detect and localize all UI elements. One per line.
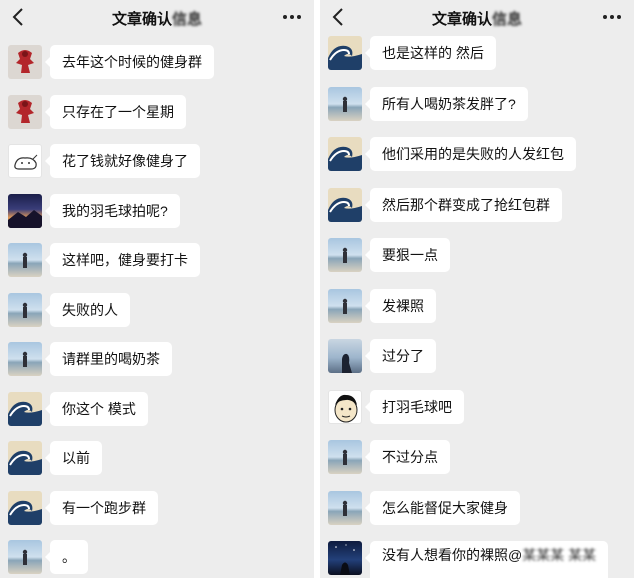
- red-figure-avatar[interactable]: [8, 94, 42, 129]
- message-bubble[interactable]: 所有人喝奶茶发胖了?: [365, 86, 528, 121]
- great-wave-avatar[interactable]: [328, 36, 362, 70]
- beach-person-avatar[interactable]: [328, 238, 362, 272]
- beach-person-avatar[interactable]: [8, 540, 42, 574]
- message-text: 打羽毛球吧: [382, 398, 452, 415]
- cartoon-face-avatar[interactable]: [328, 389, 362, 424]
- more-dots-icon: [283, 15, 287, 19]
- message-text: 怎么能督促大家健身: [382, 499, 508, 516]
- more-dots-icon: [603, 15, 607, 19]
- message-bubble[interactable]: 有一个跑步群: [45, 490, 158, 525]
- more-button[interactable]: [280, 8, 304, 26]
- chat-panel-left: 文章确认信息 去年这个时候的健身群 只存在了一个星期 花了钱就好像健身了 我的羽毛球拍…: [0, 0, 314, 578]
- chat-panel-right: 文章确认信息 也是这样的 然后所有人喝奶茶发胖了? 他们采用的是失败的人发红包 然后…: [320, 0, 634, 578]
- dog-sketch-avatar[interactable]: [8, 144, 42, 178]
- message-text: 。: [62, 549, 76, 565]
- chat-title-blurred: 信息: [492, 11, 523, 28]
- beach-person-avatar[interactable]: [328, 440, 362, 474]
- great-wave-avatar[interactable]: [328, 187, 362, 222]
- message-bubble[interactable]: 怎么能督促大家健身: [365, 490, 520, 525]
- beach-person-avatar[interactable]: [328, 86, 362, 121]
- message-bubble[interactable]: 他们采用的是失败的人发红包: [365, 137, 576, 171]
- beach-person-avatar[interactable]: [8, 342, 42, 376]
- message-bubble[interactable]: 也是这样的 然后: [365, 36, 496, 70]
- message-bubble[interactable]: 不过分点: [365, 440, 450, 474]
- message-bubble[interactable]: 这样吧，健身要打卡: [45, 243, 200, 277]
- beach-person-avatar[interactable]: [8, 243, 42, 277]
- night-sky-avatar[interactable]: [328, 541, 362, 575]
- message-bubble[interactable]: 过分了: [365, 339, 436, 373]
- message-text: 他们采用的是失败的人发红包: [382, 146, 564, 162]
- message-bubble[interactable]: 要狠一点: [365, 238, 450, 272]
- message-bubble[interactable]: 请群里的喝奶茶: [45, 342, 172, 376]
- great-wave-avatar[interactable]: [8, 441, 42, 475]
- dusk-landscape-avatar[interactable]: [8, 193, 42, 228]
- message-bubble[interactable]: 发裸照: [365, 288, 436, 323]
- message-bubble[interactable]: 没有人想看你的裸照@某某某 某某: [364, 541, 609, 578]
- beach-person-avatar[interactable]: [328, 490, 362, 525]
- message-text: 所有人喝奶茶发胖了?: [382, 95, 516, 112]
- message-bubble[interactable]: 我的羽毛球拍呢?: [45, 193, 180, 228]
- message-bubble[interactable]: 打羽毛球吧: [365, 389, 464, 424]
- message-bubble[interactable]: 。: [45, 540, 88, 574]
- more-dot: [610, 15, 614, 19]
- message-text: 有一个跑步群: [62, 499, 146, 516]
- nav-bar: 文章确认信息: [320, 0, 634, 36]
- message-text: 然后那个群变成了抢红包群: [382, 196, 550, 213]
- sky-silhouette-avatar[interactable]: [328, 339, 362, 373]
- message-text: 发裸照: [382, 297, 424, 314]
- message-text: 失败的人: [62, 301, 118, 318]
- more-dot: [297, 15, 301, 19]
- message-text: 花了钱就好像健身了: [62, 153, 188, 169]
- message-bubble[interactable]: 以前: [45, 441, 102, 475]
- great-wave-avatar[interactable]: [8, 490, 42, 525]
- red-figure-avatar[interactable]: [8, 45, 42, 79]
- chat-title-text: 文章确认: [431, 11, 492, 28]
- message-text: 请群里的喝奶茶: [62, 351, 160, 367]
- message-bubble[interactable]: 只存在了一个星期: [45, 94, 186, 129]
- chat-title-text: 文章确认: [111, 11, 172, 28]
- message-text: 以前: [62, 450, 90, 466]
- more-button[interactable]: [600, 8, 624, 26]
- chat-title-blurred: 信息: [172, 11, 203, 28]
- message-bubble[interactable]: 失败的人: [45, 292, 130, 327]
- message-bubble[interactable]: 花了钱就好像健身了: [45, 144, 200, 178]
- message-text: 只存在了一个星期: [62, 103, 174, 120]
- more-dot: [617, 15, 621, 19]
- nav-bar: 文章确认信息: [0, 0, 314, 36]
- message-text: 不过分点: [382, 449, 438, 465]
- message-text-blurred: 某某某 某某: [522, 547, 597, 563]
- message-text: 要狠一点: [382, 247, 438, 263]
- message-text: 也是这样的 然后: [382, 45, 484, 61]
- message-text: 你这个 模式: [62, 400, 136, 417]
- message-bubble[interactable]: 你这个 模式: [45, 391, 148, 426]
- chat-title: 文章确认信息: [0, 8, 314, 29]
- message-text: 没有人想看你的裸照@: [382, 547, 523, 563]
- great-wave-avatar[interactable]: [8, 391, 42, 426]
- chat-title: 文章确认信息: [320, 8, 634, 29]
- message-text: 去年这个时候的健身群: [62, 54, 202, 70]
- great-wave-avatar[interactable]: [328, 137, 362, 171]
- message-text: 过分了: [382, 348, 424, 364]
- more-dot: [290, 15, 294, 19]
- beach-person-avatar[interactable]: [328, 288, 362, 323]
- message-bubble[interactable]: 然后那个群变成了抢红包群: [365, 187, 562, 222]
- message-text: 这样吧，健身要打卡: [62, 252, 188, 268]
- message-text: 我的羽毛球拍呢?: [62, 202, 168, 219]
- message-bubble[interactable]: 去年这个时候的健身群: [45, 45, 214, 79]
- beach-person-avatar[interactable]: [8, 292, 42, 327]
